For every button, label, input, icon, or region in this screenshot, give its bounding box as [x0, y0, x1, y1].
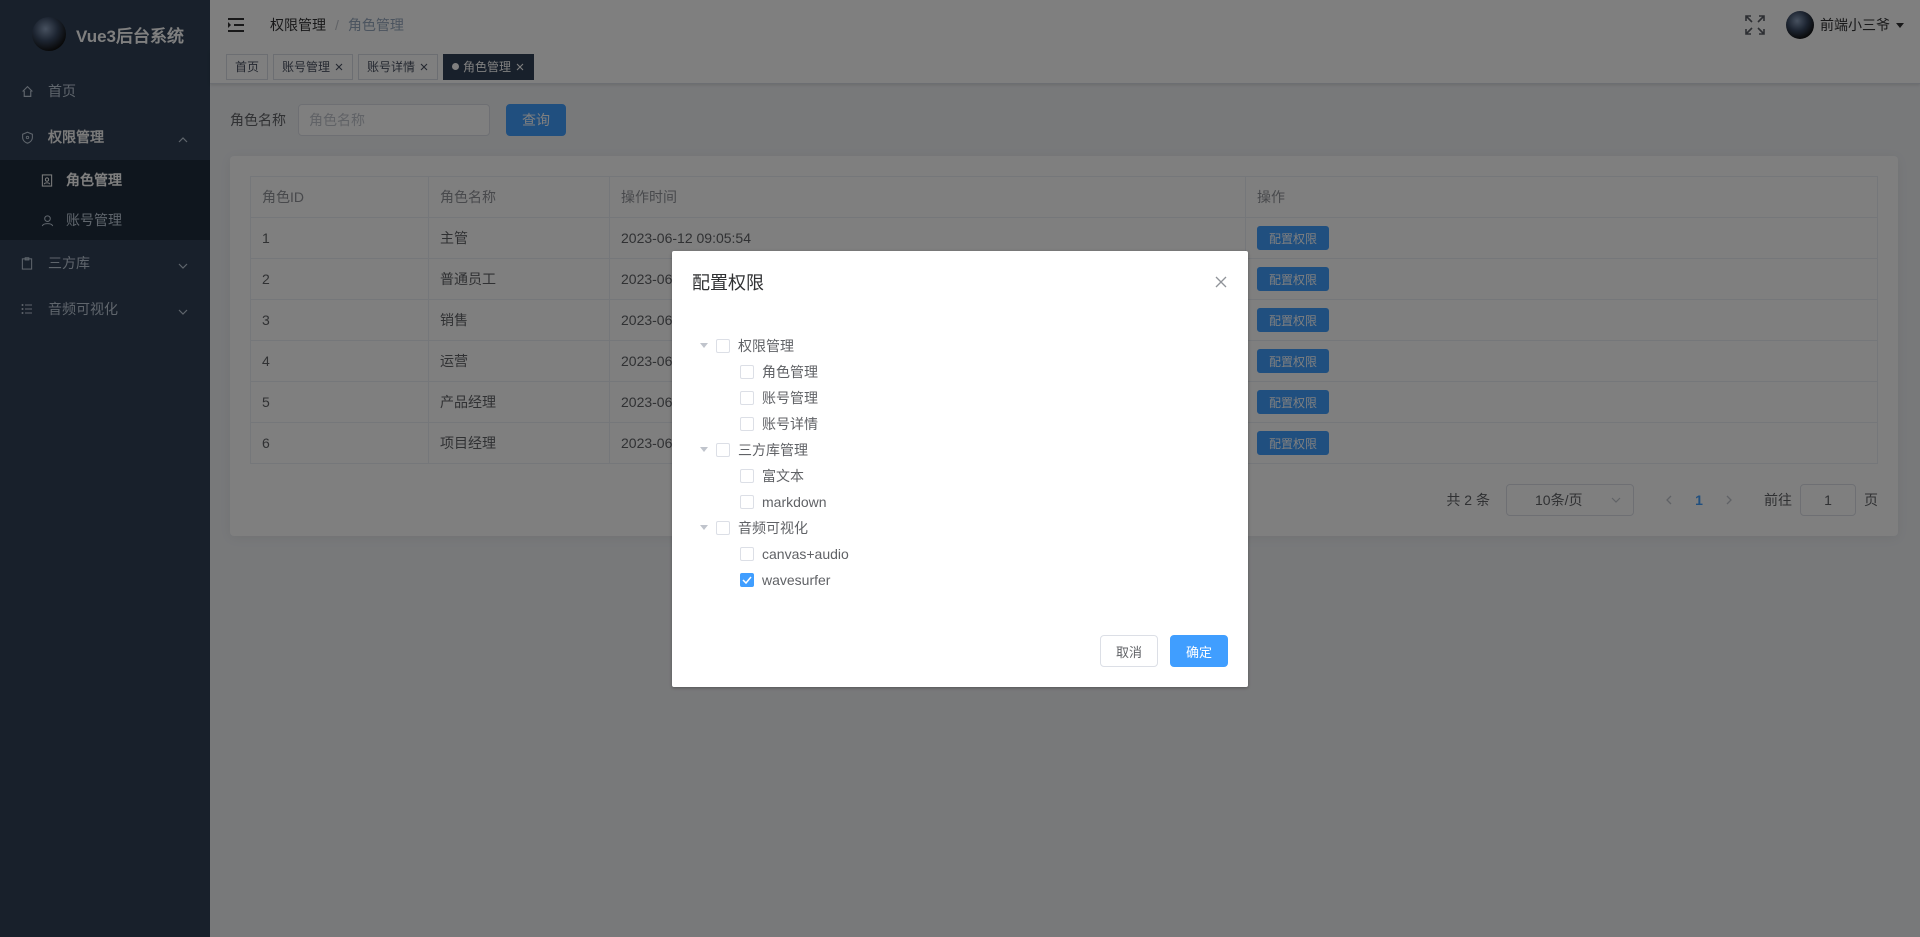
tree-checkbox[interactable]	[740, 495, 754, 509]
tree-node-audio-visual[interactable]: 音频可视化	[692, 515, 1228, 541]
tree-checkbox[interactable]	[740, 547, 754, 561]
cancel-button[interactable]: 取消	[1099, 635, 1158, 667]
tree-node-account-management[interactable]: 账号管理	[692, 385, 1228, 411]
tree-checkbox[interactable]	[740, 365, 754, 379]
tree-node-label: canvas+audio	[762, 546, 849, 562]
tree-node-third-party[interactable]: 三方库管理	[692, 437, 1228, 463]
tree-checkbox-checked[interactable]	[740, 573, 754, 587]
tree-node-permission[interactable]: 权限管理	[692, 333, 1228, 359]
tree-node-label: 角色管理	[762, 364, 818, 380]
tree-node-label: markdown	[762, 494, 827, 510]
tree-checkbox[interactable]	[716, 443, 730, 457]
tree-node-label: wavesurfer	[762, 572, 831, 588]
caret-down-icon[interactable]	[692, 515, 716, 541]
tree-node-label: 三方库管理	[738, 442, 808, 458]
close-icon[interactable]	[1214, 275, 1228, 289]
tree-node-label: 账号管理	[762, 390, 818, 406]
dialog-footer: 取消 确定	[1099, 635, 1228, 667]
permission-tree: 权限管理 角色管理 账号管理 账号详情 三方库管理 富文本 markdown 音…	[672, 315, 1248, 621]
config-permission-dialog: 配置权限 权限管理 角色管理 账号管理 账号详情 三方库管理 富文本 markd…	[672, 251, 1248, 687]
tree-checkbox[interactable]	[716, 521, 730, 535]
tree-node-role-management[interactable]: 角色管理	[692, 359, 1228, 385]
tree-node-label: 音频可视化	[738, 520, 808, 536]
tree-checkbox[interactable]	[716, 339, 730, 353]
caret-down-icon[interactable]	[692, 333, 716, 359]
tree-node-canvas-audio[interactable]: canvas+audio	[692, 541, 1228, 567]
dialog-header: 配置权限	[672, 251, 1248, 315]
tree-node-label: 权限管理	[738, 338, 794, 354]
tree-node-label: 富文本	[762, 468, 804, 484]
caret-down-icon[interactable]	[692, 437, 716, 463]
tree-checkbox[interactable]	[740, 417, 754, 431]
tree-checkbox[interactable]	[740, 469, 754, 483]
check-icon	[742, 576, 752, 584]
tree-node-account-detail[interactable]: 账号详情	[692, 411, 1228, 437]
tree-node-wavesurfer[interactable]: wavesurfer	[692, 567, 1228, 593]
tree-node-rich-text[interactable]: 富文本	[692, 463, 1228, 489]
dialog-title: 配置权限	[692, 273, 764, 293]
tree-node-markdown[interactable]: markdown	[692, 489, 1228, 515]
tree-checkbox[interactable]	[740, 391, 754, 405]
confirm-button[interactable]: 确定	[1169, 635, 1228, 667]
tree-node-label: 账号详情	[762, 416, 818, 432]
